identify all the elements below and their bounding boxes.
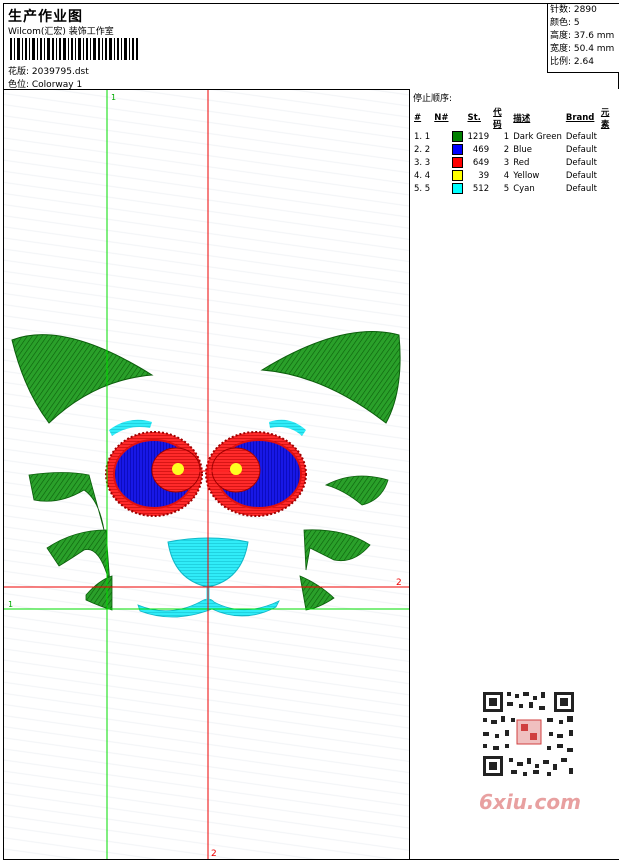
row-stitches: 39 xyxy=(478,170,490,181)
row-swatch xyxy=(450,130,465,143)
qr-code xyxy=(471,684,586,784)
row-index: 5. 5 xyxy=(414,183,431,194)
color-swatch xyxy=(452,144,464,155)
header: 生产作业图 Wilcom(汇宏) 装饰工作室 花版: 2039795.dst 色… xyxy=(4,4,619,90)
row-element xyxy=(599,130,619,143)
scale-ratio: 比例: 2.64 xyxy=(550,57,594,67)
row-code: 2 xyxy=(503,144,510,155)
whisker-right-top xyxy=(324,475,389,506)
color-swatch xyxy=(452,131,464,142)
barcode xyxy=(10,38,138,60)
row-swatch xyxy=(450,169,465,182)
design-width: 宽度: 50.4 mm xyxy=(550,44,615,54)
table-row: 4. 4 39 4 Yellow Default xyxy=(412,169,619,182)
production-sheet: 生产作业图 Wilcom(汇宏) 装饰工作室 花版: 2039795.dst 色… xyxy=(3,3,619,860)
row-element xyxy=(599,156,619,169)
row-swatch xyxy=(450,182,465,195)
row-brand: Default xyxy=(565,131,597,142)
whisker-left-bottom xyxy=(85,575,113,611)
row-code: 5 xyxy=(503,183,510,194)
row-brand: Default xyxy=(565,157,597,168)
col-element: 元素 xyxy=(600,108,610,130)
row-brand: Default xyxy=(565,144,597,155)
color-swatch xyxy=(452,183,464,194)
row-stitches: 1219 xyxy=(467,131,490,142)
row-index: 4. 4 xyxy=(414,170,431,181)
row-brand: Default xyxy=(565,183,597,194)
row-stitches: 512 xyxy=(472,183,490,194)
right-eyebrow xyxy=(269,419,306,436)
qr-logo xyxy=(516,719,542,745)
row-swatch xyxy=(450,143,465,156)
left-eye-highlight xyxy=(172,463,184,475)
col-index: # xyxy=(414,113,422,123)
row-needle xyxy=(432,156,450,169)
design-canvas: 1 1 2 2 xyxy=(4,90,409,859)
row-desc: Cyan xyxy=(513,183,535,194)
guide-green-left-label: 1 xyxy=(8,600,13,609)
stitch-count: 针数: 2890 xyxy=(550,5,597,15)
row-code: 1 xyxy=(503,131,510,142)
row-desc: Red xyxy=(513,157,530,168)
col-brand: Brand xyxy=(565,113,595,123)
row-element xyxy=(599,143,619,156)
row-desc: Yellow xyxy=(513,170,540,181)
design-height: 高度: 37.6 mm xyxy=(550,31,615,41)
row-needle xyxy=(432,169,450,182)
row-code: 4 xyxy=(503,170,510,181)
watermark: 6xiu.com xyxy=(479,790,581,814)
col-stitches: St. xyxy=(467,113,481,123)
col-desc: 描述 xyxy=(513,114,531,124)
whisker-left-top xyxy=(28,472,105,531)
row-element xyxy=(599,169,619,182)
table-row: 5. 5 512 5 Cyan Default xyxy=(412,182,619,195)
guide-green-top-label: 1 xyxy=(111,93,116,102)
guide-red-right-label: 2 xyxy=(396,578,402,588)
row-needle xyxy=(432,182,450,195)
col-needle: N# xyxy=(434,113,449,123)
row-element xyxy=(599,182,619,195)
row-stitches: 649 xyxy=(472,157,490,168)
colorway: 色位: Colorway 1 xyxy=(8,80,83,90)
table-row: 1. 1 1219 1 Dark Green Default xyxy=(412,130,619,143)
company-name: Wilcom(汇宏) 装饰工作室 xyxy=(8,27,114,37)
row-index: 1. 1 xyxy=(414,131,431,142)
color-count: 颜色: 5 xyxy=(550,18,580,28)
row-desc: Dark Green xyxy=(513,131,562,142)
row-code: 3 xyxy=(503,157,510,168)
right-ear xyxy=(260,331,401,424)
table-row: 3. 3 649 3 Red Default xyxy=(412,156,619,169)
design-file: 花版: 2039795.dst xyxy=(8,67,89,77)
row-desc: Blue xyxy=(513,144,533,155)
row-swatch xyxy=(450,156,465,169)
col-swatch xyxy=(450,106,465,130)
row-brand: Default xyxy=(565,170,597,181)
color-swatch xyxy=(452,170,464,181)
table-header-row: # N# St. 代码 描述 Brand 元素 xyxy=(412,106,619,130)
whisker-right-mid xyxy=(303,529,371,571)
col-code: 代码 xyxy=(493,108,502,130)
row-index: 3. 3 xyxy=(414,157,431,168)
whisker-left-mid xyxy=(46,529,111,586)
row-needle xyxy=(432,130,450,143)
stats-panel: 针数: 2890 颜色: 5 高度: 37.6 mm 宽度: 50.4 mm 比… xyxy=(547,4,619,73)
row-needle xyxy=(432,143,450,156)
color-swatch xyxy=(452,157,464,168)
stop-sequence-title: 停止顺序: xyxy=(413,94,453,104)
right-eye-highlight xyxy=(230,463,242,475)
row-index: 2. 2 xyxy=(414,144,431,155)
page-title: 生产作业图 xyxy=(8,9,83,25)
row-stitches: 469 xyxy=(472,144,490,155)
table-row: 2. 2 469 2 Blue Default xyxy=(412,143,619,156)
stop-sequence-table: # N# St. 代码 描述 Brand 元素 1. 1 1219 1 Dark Gr… xyxy=(412,106,619,195)
left-ear xyxy=(11,334,154,424)
guide-red-bottom-label: 2 xyxy=(211,849,217,859)
whisker-right-bottom xyxy=(299,575,335,611)
